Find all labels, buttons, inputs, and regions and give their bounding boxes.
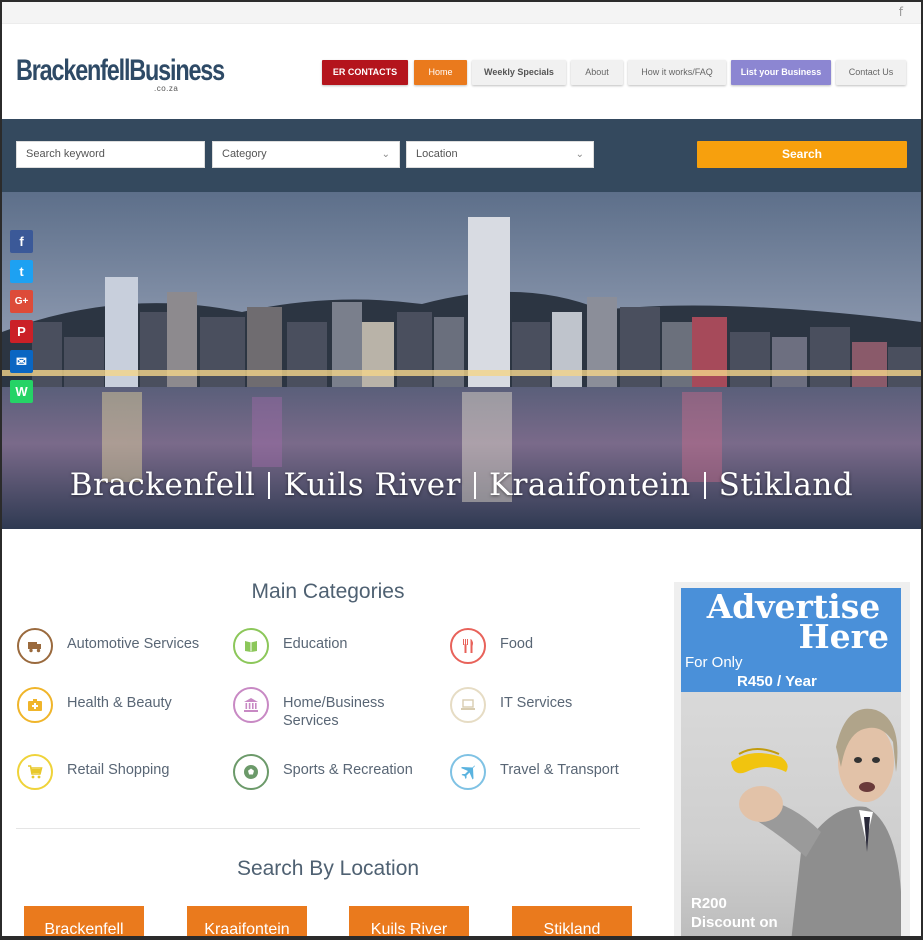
chevron-down-icon: ⌄: [381, 149, 390, 160]
category-select-value: Category: [222, 148, 267, 160]
nav-contact-us[interactable]: Contact Us: [836, 60, 906, 85]
main-categories-title: Main Categories: [251, 580, 405, 603]
advert-discount-label: Discount on: [691, 914, 778, 931]
hero-divider: [268, 472, 271, 499]
search-bar: Search keyword Category ⌄ Location ⌄ Sea…: [2, 119, 921, 192]
facebook-icon[interactable]: f: [899, 5, 903, 19]
hero-town: Stikland: [718, 467, 854, 503]
category-label: Food: [500, 636, 534, 652]
laptop-icon: [450, 687, 486, 723]
nav-er-contacts[interactable]: ER CONTACTS: [322, 60, 408, 85]
category-label: Sports & Recreation: [283, 762, 413, 778]
search-keyword-input[interactable]: Search keyword: [16, 141, 205, 168]
location-select[interactable]: Location ⌄: [406, 141, 594, 168]
category-label: Home/Business Services: [283, 695, 385, 729]
medkit-icon: [17, 687, 53, 723]
hero-divider: [703, 472, 706, 499]
window-bottom-edge: [0, 936, 923, 940]
chevron-down-icon: ⌄: [575, 149, 584, 160]
search-by-location-title: Search By Location: [236, 857, 420, 880]
nav-about[interactable]: About: [571, 60, 623, 85]
advert-image[interactable]: R200 Discount on: [681, 692, 901, 936]
site-header: BrackenfellBusiness .co.za ER CONTACTS H…: [2, 24, 921, 119]
page: f BrackenfellBusiness .co.za ER CONTACTS…: [2, 2, 921, 936]
advert-for-only: For Only: [685, 654, 743, 671]
location-select-value: Location: [416, 148, 458, 160]
category-label: Travel & Transport: [500, 762, 619, 778]
top-strip: f: [2, 2, 921, 24]
advert-discount-amount: R200: [691, 895, 727, 912]
category-select[interactable]: Category ⌄: [212, 141, 400, 168]
hero-town: Kraaifontein: [488, 467, 691, 503]
search-button[interactable]: Search: [697, 141, 907, 168]
truck-icon: [17, 628, 53, 664]
email-share-icon[interactable]: ✉: [10, 350, 33, 373]
bank-icon: [233, 687, 269, 723]
category-label: Retail Shopping: [67, 762, 170, 778]
whatsapp-share-icon[interactable]: W: [10, 380, 33, 403]
category-label: IT Services: [500, 695, 573, 711]
hero-divider: [473, 472, 476, 499]
advert-banner[interactable]: Advertise Here For Only R450 / Year: [681, 588, 901, 692]
plane-icon: [450, 754, 486, 790]
category-label: Health & Beauty: [67, 695, 172, 711]
social-share-bar: f t G+ P ✉ W: [10, 230, 33, 410]
location-button-stikland[interactable]: Stikland: [512, 906, 632, 936]
nav-list-your-business[interactable]: List your Business: [731, 60, 831, 85]
cart-icon: [17, 754, 53, 790]
main-nav: ER CONTACTS Home Weekly Specials About H…: [2, 60, 921, 86]
advert-discount-text: R200 Discount on: [691, 894, 778, 932]
nav-how-it-works[interactable]: How it works/FAQ: [628, 60, 726, 85]
cutlery-icon: [450, 628, 486, 664]
advert-price: R450 / Year: [737, 673, 817, 690]
advert-headline-here: Here: [798, 617, 889, 656]
location-button-kuils-river[interactable]: Kuils River: [349, 906, 469, 936]
facebook-share-icon[interactable]: f: [10, 230, 33, 253]
book-icon: [233, 628, 269, 664]
hero-town: Brackenfell: [69, 467, 256, 503]
google-plus-share-icon[interactable]: G+: [10, 290, 33, 313]
pinterest-share-icon[interactable]: P: [10, 320, 33, 343]
nav-home[interactable]: Home: [414, 60, 467, 85]
twitter-share-icon[interactable]: t: [10, 260, 33, 283]
location-button-brackenfell[interactable]: Brackenfell: [24, 906, 144, 936]
nav-weekly-specials[interactable]: Weekly Specials: [472, 60, 566, 85]
hero-towns-text: Brackenfell Kuils River Kraaifontein Stikla…: [2, 467, 921, 503]
location-button-kraaifontein[interactable]: Kraaifontein: [187, 906, 307, 936]
category-label: Automotive Services: [67, 636, 200, 652]
soccer-ball-icon: [233, 754, 269, 790]
section-divider: [16, 828, 640, 829]
category-label: Education: [283, 636, 348, 652]
hero-banner: Brackenfell Kuils River Kraaifontein Stikla…: [2, 192, 921, 529]
hero-town: Kuils River: [283, 467, 461, 503]
